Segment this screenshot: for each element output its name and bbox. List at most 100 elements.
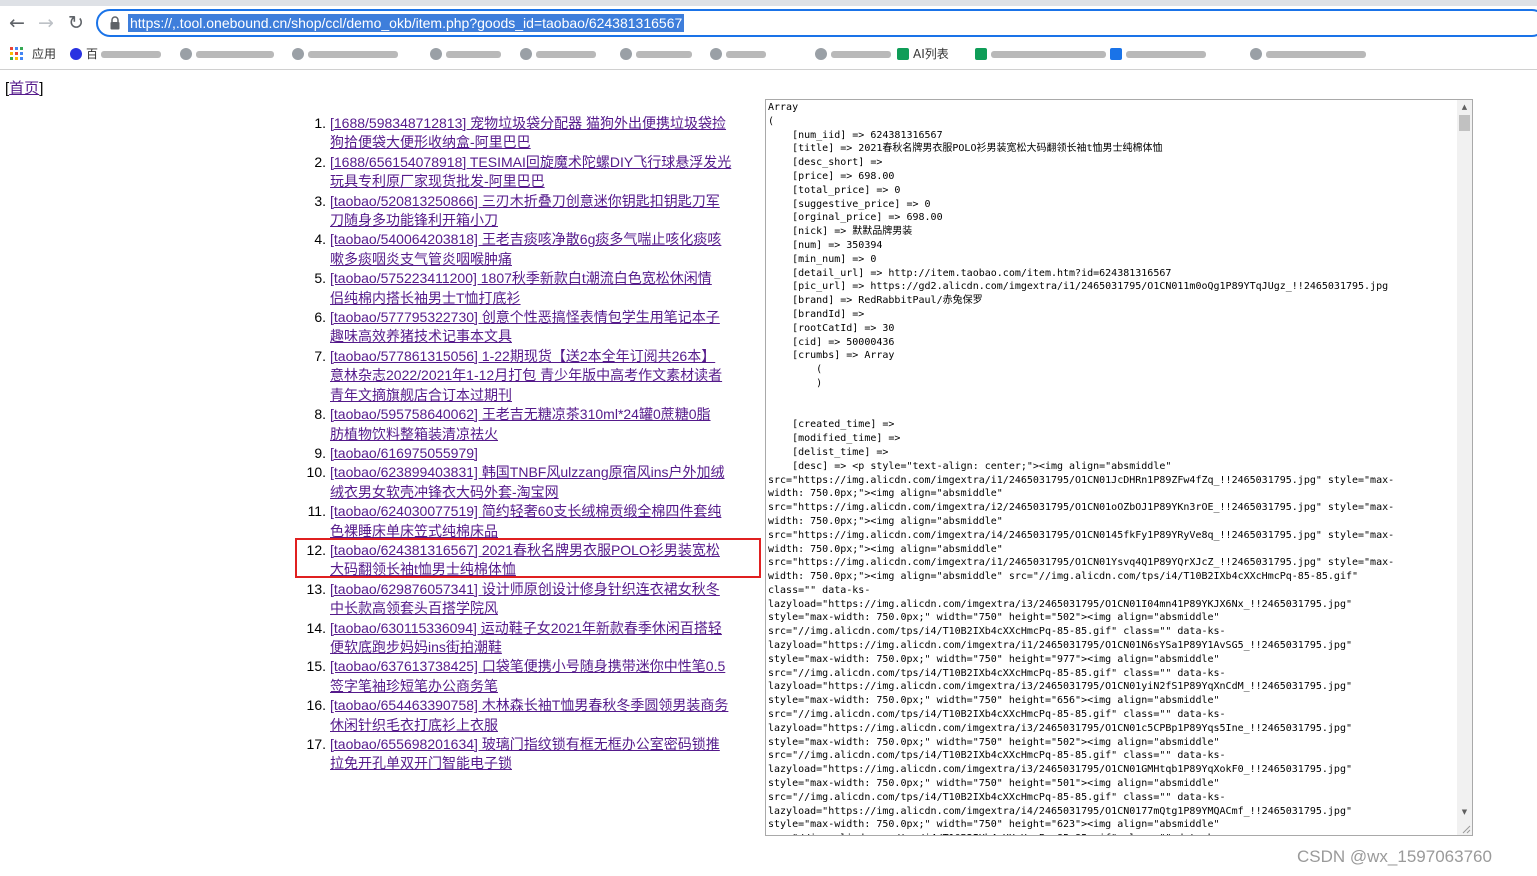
goods-link[interactable]: [taobao/623899403831] 韩国TNBF风ulzzang原宿风i… [330,464,725,499]
scroll-thumb[interactable] [1459,115,1470,131]
goods-link-line: 玩具专利原厂家现货批发-阿里巴巴 [330,173,545,190]
forward-arrow-icon[interactable]: → [34,11,58,35]
goods-link-line: 刀随身多功能锋利开箱小刀 [330,212,498,229]
bookmark-item[interactable] [180,46,274,62]
goods-link-line: [taobao/623899403831] 韩国TNBF风ulzzang原宿风i… [330,464,725,481]
globe-icon [1250,48,1262,60]
bookmark-ai-list[interactable]: AI列表 [897,46,949,62]
scroll-down-arrow-icon[interactable]: ▼ [1457,805,1472,820]
item-number: 8. [314,406,326,423]
item-number: 3. [314,192,326,209]
item-number: 6. [314,309,326,326]
goods-link-line: [taobao/655698201634] 玻璃门指纹锁有框无框办公室密码锁推 [330,736,720,752]
goods-link-line: [taobao/520813250866] 三刃木折叠刀创意迷你钥匙扣钥匙刀军 [330,192,720,209]
goods-link-line: 便软底跑步妈妈ins街拍潮鞋 [330,638,502,655]
goods-link-line: 狗拾便袋大便形收纳盒-阿里巴巴 [330,134,531,151]
goods-link[interactable]: [taobao/595758640062] 王老吉无糖凉茶310ml*24罐0蔗… [330,406,711,441]
goods-link[interactable]: [taobao/630115336094] 运动鞋子女2021年新款春季休闲百搭… [330,620,722,655]
goods-link[interactable]: [taobao/624030077519] 简约轻奢60支长绒棉贡缎全棉四件套纯… [330,503,721,538]
globe-icon [292,48,304,60]
goods-link-line: 拉免开孔单双开门智能电子锁 [330,755,512,772]
globe-icon [815,48,827,60]
goods-link[interactable]: [taobao/616975055979] [330,445,478,461]
item-number: 9. [314,444,326,461]
goods-link[interactable]: [1688/598348712813] 宠物垃圾袋分配器 猫狗外出便携垃圾袋捡狗… [330,115,726,150]
selection-highlight-box [295,538,761,578]
list-item: 13. [taobao/629876057341] 设计师原创设计修身针织连衣裙女… [302,580,764,619]
apps-label[interactable]: 应用 [32,46,56,62]
list-item: 15. [taobao/637613738425] 口袋笔便携小号随身携带迷你中性… [302,657,764,696]
address-bar[interactable]: https://,.tool.onebound.cn/shop/ccl/demo… [96,9,1537,37]
goods-link[interactable]: [taobao/655698201634] 玻璃门指纹锁有框无框办公室密码锁推拉… [330,736,720,771]
reload-icon[interactable]: ↻ [64,11,88,35]
goods-list: 1. [1688/598348712813] 宠物垃圾袋分配器 猫狗外出便携垃圾袋… [302,114,764,774]
item-number: 7. [314,347,326,364]
bookmark-item[interactable] [1250,46,1366,62]
goods-link-line: [taobao/616975055979] [330,444,478,461]
globe-icon [520,48,532,60]
goods-link[interactable]: [taobao/520813250866] 三刃木折叠刀创意迷你钥匙扣钥匙刀军刀… [330,193,720,228]
bookmark-item[interactable] [620,46,692,62]
goods-link[interactable]: [1688/656154078918] TESIMAI回旋魔术陀螺DIY飞行球悬… [330,154,731,189]
goods-link-line: 色裸睡床单床笠式纯棉床品 [330,522,498,539]
list-item: 5. [taobao/575223411200] 1807秋季新款白t潮流白色宽松… [302,269,764,308]
doc-icon [1110,48,1122,60]
array-dump-text: Array ( [num_iid] => 624381316567 [title… [768,102,1395,835]
goods-link-line: 签字笔袖珍短笔办公商务笔 [330,677,498,694]
goods-link[interactable]: [taobao/637613738425] 口袋笔便携小号随身携带迷你中性笔0.… [330,658,725,693]
list-item: 1. [1688/598348712813] 宠物垃圾袋分配器 猫狗外出便携垃圾袋… [302,114,764,153]
bookmark-item[interactable] [1110,46,1206,62]
goods-link-line: [taobao/540064203818] 王老吉痰咳净散6g痰多气喘止咳化痰咳 [330,231,722,248]
bookmark-baidu[interactable]: 百 [70,46,162,62]
goods-link[interactable]: [taobao/629876057341] 设计师原创设计修身针织连衣裙女秋冬中… [330,581,720,616]
home-link-wrapper: [首页] [5,80,44,97]
item-number: 11. [307,503,326,520]
browser-chrome: ← → ↻ https://,.tool.onebound.cn/shop/cc… [0,0,1537,70]
goods-link-line: [taobao/629876057341] 设计师原创设计修身针织连衣裙女秋冬 [330,580,720,597]
url-text[interactable]: https://,.tool.onebound.cn/shop/ccl/demo… [128,14,685,32]
goods-link-line: [taobao/577795322730] 创意个性恶搞怪表情包学生用笔记本子 [330,309,720,326]
list-item: 14. [taobao/630115336094] 运动鞋子女2021年新款春季休… [302,619,764,658]
item-number: 10. [306,464,326,481]
bookmark-item[interactable] [710,46,766,62]
list-item: 6. [taobao/577795322730] 创意个性恶搞怪表情包学生用笔记本… [302,308,764,347]
paw-icon [70,48,82,60]
item-number: 13. [306,580,326,597]
goods-link-line: [taobao/630115336094] 运动鞋子女2021年新款春季休闲百搭… [330,619,722,636]
item-number: 15. [306,658,326,675]
goods-link-line: 绒衣男女软壳冲锋衣大码外套-淘宝网 [330,483,559,500]
divider [0,69,1537,70]
goods-link[interactable]: [taobao/577861315056] 1-22期现货【送2本全年订阅共26… [330,348,722,403]
goods-link[interactable]: [taobao/577795322730] 创意个性恶搞怪表情包学生用笔记本子趣… [330,309,720,344]
bookmark-item[interactable] [520,46,596,62]
sheet-icon [897,48,909,60]
goods-link-line: [taobao/575223411200] 1807秋季新款白t潮流白色宽松休闲… [330,270,712,287]
globe-icon [180,48,192,60]
array-dump-textarea[interactable]: Array ( [num_iid] => 624381316567 [title… [765,99,1473,836]
item-number: 1. [314,115,326,131]
back-arrow-icon[interactable]: ← [5,11,29,35]
item-number: 4. [314,231,326,248]
bookmark-item[interactable] [975,46,1106,62]
goods-link-line: 嗽多痰咽炎支气管炎咽喉肿痛 [330,250,512,267]
scrollbar[interactable]: ▲ ▼ [1457,100,1472,835]
goods-link-line: [1688/598348712813] 宠物垃圾袋分配器 猫狗外出便携垃圾袋捡 [330,115,727,131]
scroll-up-arrow-icon[interactable]: ▲ [1457,100,1472,115]
home-link[interactable]: 首页 [9,80,39,97]
item-number: 14. [306,619,326,636]
resize-grip-icon[interactable] [1461,824,1471,834]
goods-link[interactable]: [taobao/540064203818] 王老吉痰咳净散6g痰多气喘止咳化痰咳… [330,231,721,266]
list-item: 7. [taobao/577861315056] 1-22期现货【送2本全年订阅共… [302,347,764,405]
goods-link-line: 中长款高领套头百搭学院风 [330,600,498,617]
list-item: 4. [taobao/540064203818] 王老吉痰咳净散6g痰多气喘止咳化… [302,230,764,269]
tab-strip [0,0,1537,6]
bookmark-item[interactable] [815,46,891,62]
goods-link[interactable]: [taobao/654463390758] 木林森长袖T恤男春秋冬季圆领男装商务… [330,697,728,732]
goods-link[interactable]: [taobao/575223411200] 1807秋季新款白t潮流白色宽松休闲… [330,270,712,305]
goods-link-line: 侣纯棉内搭长袖男士T恤打底衫 [330,289,521,306]
goods-link-line: 意林杂志2022/2021年1-12月打包 青少年版中高考作文素材读者 [330,367,723,384]
bookmark-item[interactable] [292,46,398,62]
globe-icon [430,48,442,60]
apps-grid-icon[interactable] [10,47,24,61]
bookmark-item[interactable] [430,46,501,62]
